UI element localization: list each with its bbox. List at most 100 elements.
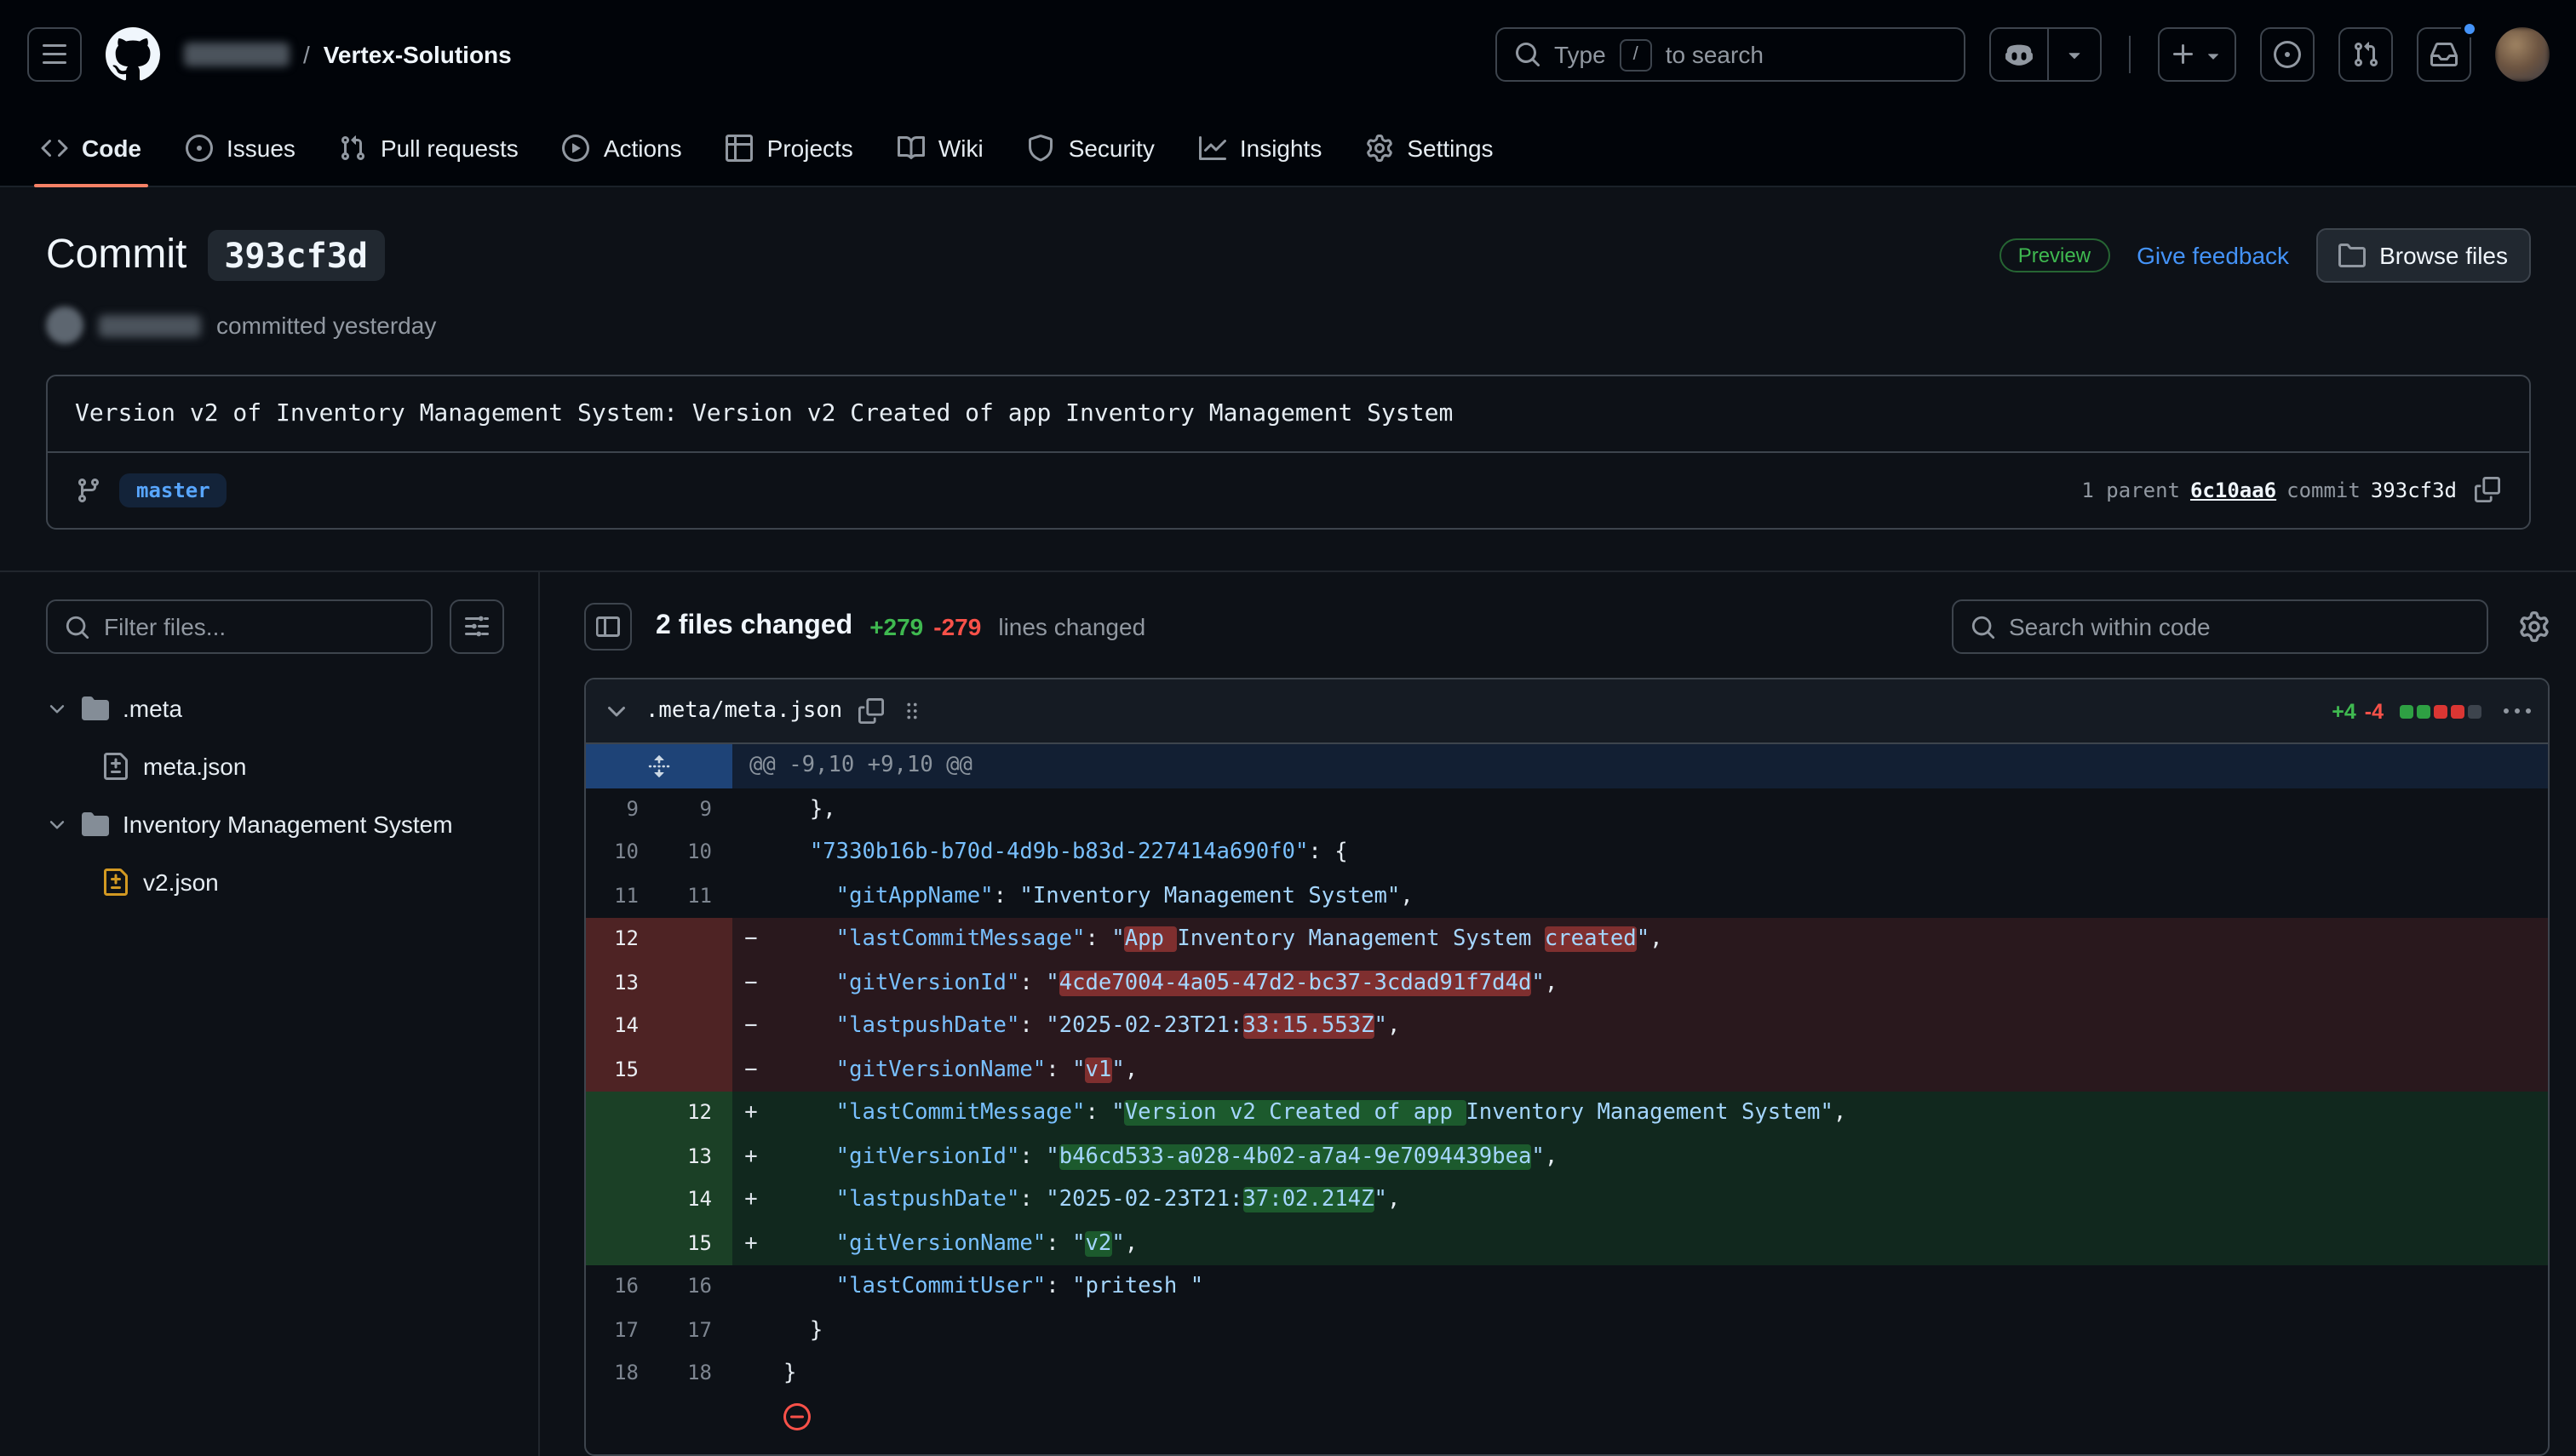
line-number-new[interactable]: 9	[659, 788, 732, 831]
collapse-file-tree-button[interactable]	[584, 603, 632, 651]
header-divider	[2128, 36, 2130, 73]
tab-issues[interactable]: Issues	[165, 109, 316, 186]
repo-nav: CodeIssuesPull requestsActionsProjectsWi…	[0, 109, 2576, 187]
line-number-old[interactable]: 13	[586, 961, 659, 1005]
copy-sha-button[interactable]	[2474, 477, 2501, 504]
line-number-new[interactable]	[659, 1048, 732, 1092]
line-number-new[interactable]	[659, 961, 732, 1005]
drag-handle-icon[interactable]	[898, 698, 924, 724]
redacted-username[interactable]	[184, 43, 290, 66]
code-line: "lastCommitMessage": "Version v2 Created…	[770, 1092, 2547, 1135]
tab-security[interactable]: Security	[1007, 109, 1175, 186]
file-filter-button[interactable]	[450, 599, 504, 654]
line-number-new[interactable]: 15	[659, 1222, 732, 1265]
file-tree-sidebar: .meta meta.jsonInventory Management Syste…	[0, 572, 540, 1456]
line-number-new[interactable]: 12	[659, 1092, 732, 1135]
global-search-input[interactable]: Type / to search	[1495, 27, 1965, 82]
line-number-new[interactable]: 10	[659, 831, 732, 874]
breadcrumb-repo-link[interactable]: Vertex-Solutions	[324, 41, 512, 68]
hamburger-menu-button[interactable]	[27, 27, 82, 82]
github-logo[interactable]	[106, 27, 160, 82]
filter-files-input[interactable]	[46, 599, 433, 654]
line-number-new[interactable]: 17	[659, 1309, 732, 1352]
tree-file-meta.json[interactable]: meta.json	[46, 739, 504, 794]
tree-folder-inventory-management-system[interactable]: Inventory Management System	[46, 797, 504, 851]
line-number-old[interactable]: 10	[586, 831, 659, 874]
file-path[interactable]: .meta/meta.json	[645, 698, 842, 724]
file-additions: +4	[2332, 699, 2356, 723]
file-options-button[interactable]	[2503, 697, 2530, 725]
diff-block-del	[2433, 704, 2447, 718]
line-number-new[interactable]	[659, 1005, 732, 1048]
line-number-old[interactable]: 14	[586, 1005, 659, 1048]
tab-wiki[interactable]: Wiki	[877, 109, 1004, 186]
file-diff-icon	[102, 868, 129, 896]
tab-code[interactable]: Code	[20, 109, 162, 186]
collapse-file-button[interactable]	[603, 697, 630, 725]
sidebar-panel-icon	[594, 613, 622, 640]
lines-changed-label: lines changed	[998, 613, 1145, 640]
line-number-old[interactable]	[586, 1222, 659, 1265]
chevron-down-icon	[2201, 43, 2223, 66]
tab-settings[interactable]: Settings	[1345, 109, 1513, 186]
line-number-old[interactable]: 15	[586, 1048, 659, 1092]
line-number-old[interactable]: 12	[586, 918, 659, 961]
line-number-old[interactable]	[586, 1092, 659, 1135]
create-new-button[interactable]	[2157, 27, 2235, 82]
inbox-button[interactable]	[2416, 27, 2470, 82]
redacted-author-name[interactable]	[99, 314, 201, 336]
line-number-new[interactable]: 14	[659, 1178, 732, 1222]
diff-line-row: 1717 }	[586, 1309, 2547, 1352]
expand-hunk-button[interactable]	[586, 744, 732, 788]
diff-settings-gear-icon[interactable]	[2518, 611, 2549, 642]
search-icon	[65, 614, 90, 639]
line-number-old[interactable]: 17	[586, 1309, 659, 1352]
line-number-new[interactable]: 18	[659, 1352, 732, 1396]
code-line: "lastpushDate": "2025-02-23T21:37:02.214…	[770, 1178, 2547, 1222]
line-number-new[interactable]: 11	[659, 874, 732, 918]
hunk-header-row: @@ -9,10 +9,10 @@	[586, 744, 2547, 788]
issue-opened-icon	[2273, 41, 2300, 68]
line-number-old[interactable]: 18	[586, 1352, 659, 1396]
tree-item-label: .meta	[123, 695, 182, 722]
tab-projects[interactable]: Projects	[706, 109, 874, 186]
copilot-button[interactable]	[1988, 27, 2101, 82]
table-icon	[726, 134, 754, 161]
total-deletions: -279	[933, 613, 981, 640]
line-number-old[interactable]	[586, 1178, 659, 1222]
files-changed-toolbar: 2 files changed +279 -279 lines changed	[584, 599, 2549, 654]
line-number-old[interactable]: 16	[586, 1265, 659, 1309]
search-within-code-input[interactable]	[1951, 599, 2487, 654]
line-number-old[interactable]: 11	[586, 874, 659, 918]
branch-badge[interactable]: master	[119, 473, 227, 507]
total-additions: +279	[869, 613, 923, 640]
search-placeholder-prefix: Type	[1554, 41, 1606, 68]
filter-files-text-input[interactable]	[104, 613, 414, 640]
tree-folder-.meta[interactable]: .meta	[46, 681, 504, 736]
copy-path-button[interactable]	[858, 698, 883, 724]
tree-file-v2.json[interactable]: v2.json	[46, 855, 504, 909]
folder-icon	[2338, 242, 2366, 269]
commit-word-label: commit	[2286, 479, 2361, 502]
tab-pull-requests[interactable]: Pull requests	[319, 109, 539, 186]
code-line: "lastCommitMessage": "App Inventory Mana…	[770, 918, 2547, 961]
line-number-new[interactable]	[659, 918, 732, 961]
author-avatar[interactable]	[46, 307, 83, 344]
diff-sign	[732, 831, 770, 874]
user-avatar[interactable]	[2494, 27, 2549, 82]
issue-opened-icon	[186, 134, 213, 161]
tab-insights[interactable]: Insights	[1179, 109, 1343, 186]
line-number-old[interactable]: 9	[586, 788, 659, 831]
pull-requests-icon-button[interactable]	[2338, 27, 2392, 82]
give-feedback-link[interactable]: Give feedback	[2137, 242, 2289, 269]
search-within-code-text-input[interactable]	[2009, 613, 2469, 640]
tab-label: Insights	[1240, 134, 1322, 161]
tab-actions[interactable]: Actions	[542, 109, 703, 186]
line-number-new[interactable]: 16	[659, 1265, 732, 1309]
browse-files-button[interactable]: Browse files	[2316, 228, 2530, 283]
line-number-old[interactable]	[586, 1135, 659, 1178]
issues-icon-button[interactable]	[2259, 27, 2314, 82]
diff-sign	[732, 874, 770, 918]
parent-sha-link[interactable]: 6c10aa6	[2190, 479, 2276, 502]
line-number-new[interactable]: 13	[659, 1135, 732, 1178]
